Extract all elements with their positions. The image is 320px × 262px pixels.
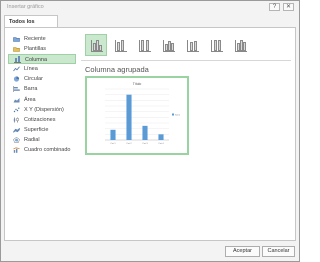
combo-chart-icon bbox=[13, 147, 20, 153]
sidebar-item-dispersion[interactable]: X Y (Dispersión) bbox=[8, 105, 76, 115]
preview-chart-svg: Título Cat 1 Cat 2 Cat 3 Cat 4 Serie bbox=[105, 82, 181, 145]
help-button[interactable]: ? bbox=[269, 3, 280, 11]
sidebar-item-linea[interactable]: Línea bbox=[8, 64, 76, 74]
sidebar-item-label: Cotizaciones bbox=[24, 116, 56, 123]
sidebar-item-label: Cuadro combinado bbox=[24, 147, 71, 154]
sidebar-item-label: Circular bbox=[24, 76, 43, 83]
area-chart-icon bbox=[13, 97, 20, 103]
line-chart-icon bbox=[13, 66, 20, 72]
templates-icon bbox=[13, 46, 20, 52]
chart-gallery: Columna agrupada Título Cat 1 Cat 2 Cat 3 Ca… bbox=[81, 33, 293, 238]
sidebar-item-label: Área bbox=[24, 96, 36, 103]
divider bbox=[81, 60, 291, 61]
3d-stacked-column-button[interactable] bbox=[181, 34, 203, 56]
title-bar: Insertar gráfico ? ✕ bbox=[1, 1, 299, 13]
3d-clustered-column-icon bbox=[163, 40, 175, 52]
sidebar-item-label: Línea bbox=[24, 66, 38, 73]
sidebar-item-label: Barra bbox=[24, 86, 38, 93]
ok-button[interactable]: Aceptar bbox=[225, 246, 260, 257]
sidebar-item-area[interactable]: Área bbox=[8, 95, 76, 105]
sidebar-item-label: Superficie bbox=[24, 126, 49, 133]
stacked-column-button[interactable] bbox=[109, 34, 131, 56]
x-tick-label: Cat 3 bbox=[142, 142, 148, 145]
clustered-column-button[interactable] bbox=[85, 34, 107, 56]
x-tick-label: Cat 2 bbox=[126, 142, 132, 145]
bar-chart-icon bbox=[13, 86, 20, 93]
sidebar-item-label: Plantillas bbox=[24, 46, 47, 53]
sidebar-item-radial[interactable]: Radial bbox=[8, 135, 76, 145]
legend-swatch bbox=[172, 113, 174, 116]
column-chart-icon bbox=[14, 56, 21, 64]
legend-label: Serie bbox=[175, 113, 181, 116]
x-tick-label: Cat 4 bbox=[158, 142, 164, 145]
folder-icon bbox=[13, 36, 20, 42]
sidebar-item-label: X Y (Dispersión) bbox=[24, 106, 64, 113]
clustered-column-icon bbox=[91, 40, 103, 52]
subtype-row bbox=[83, 34, 283, 57]
sidebar-item-superficie[interactable]: Superficie bbox=[8, 125, 76, 135]
chart-type-list: Reciente Plantillas Columna Línea Circul… bbox=[8, 34, 76, 155]
chart-title: Título bbox=[133, 82, 142, 86]
pie-chart-icon bbox=[13, 76, 20, 82]
subtype-title: Columna agrupada bbox=[85, 65, 149, 74]
100-stacked-column-icon bbox=[139, 40, 151, 52]
sidebar-item-label: Radial bbox=[24, 136, 40, 143]
3d-clustered-column-button[interactable] bbox=[157, 34, 179, 56]
scatter-chart-icon bbox=[13, 107, 20, 113]
close-button[interactable]: ✕ bbox=[283, 3, 294, 11]
cancel-button[interactable]: Cancelar bbox=[262, 246, 295, 257]
3d-stacked-column-icon bbox=[187, 40, 199, 52]
stacked-column-icon bbox=[115, 40, 127, 52]
sidebar-item-cotizaciones[interactable]: Cotizaciones bbox=[8, 115, 76, 125]
sidebar-item-label: Reciente bbox=[24, 36, 46, 42]
sidebar-item-columna[interactable]: Columna bbox=[8, 54, 76, 65]
3d-column-icon bbox=[235, 40, 247, 52]
chart-preview[interactable]: Título Cat 1 Cat 2 Cat 3 Cat 4 Serie bbox=[85, 76, 189, 155]
bar bbox=[142, 125, 148, 140]
sidebar-item-circular[interactable]: Circular bbox=[8, 74, 76, 84]
sidebar-item-cuadro-combinado[interactable]: Cuadro combinado bbox=[8, 145, 76, 155]
sidebar-item-reciente[interactable]: Reciente bbox=[8, 34, 76, 44]
x-tick-label: Cat 1 bbox=[110, 142, 116, 145]
3d-100-stacked-column-icon bbox=[211, 40, 223, 52]
insert-chart-dialog: Insertar gráfico ? ✕ Todos los gráficos … bbox=[0, 0, 300, 262]
sidebar-item-plantillas[interactable]: Plantillas bbox=[8, 44, 76, 54]
bar bbox=[126, 94, 132, 140]
stock-chart-icon bbox=[13, 117, 20, 123]
radar-chart-icon bbox=[13, 136, 20, 143]
dialog-title: Insertar gráfico bbox=[7, 4, 44, 10]
tab-panel: Reciente Plantillas Columna Línea Circul… bbox=[4, 27, 296, 241]
sidebar-item-barra[interactable]: Barra bbox=[8, 84, 76, 94]
surface-chart-icon bbox=[13, 127, 20, 133]
bar bbox=[158, 134, 164, 140]
sidebar-item-label: Columna bbox=[25, 57, 48, 64]
bar bbox=[110, 129, 116, 140]
3d-100-stacked-column-button[interactable] bbox=[205, 34, 227, 56]
100-stacked-column-button[interactable] bbox=[133, 34, 155, 56]
3d-column-button[interactable] bbox=[229, 34, 251, 56]
